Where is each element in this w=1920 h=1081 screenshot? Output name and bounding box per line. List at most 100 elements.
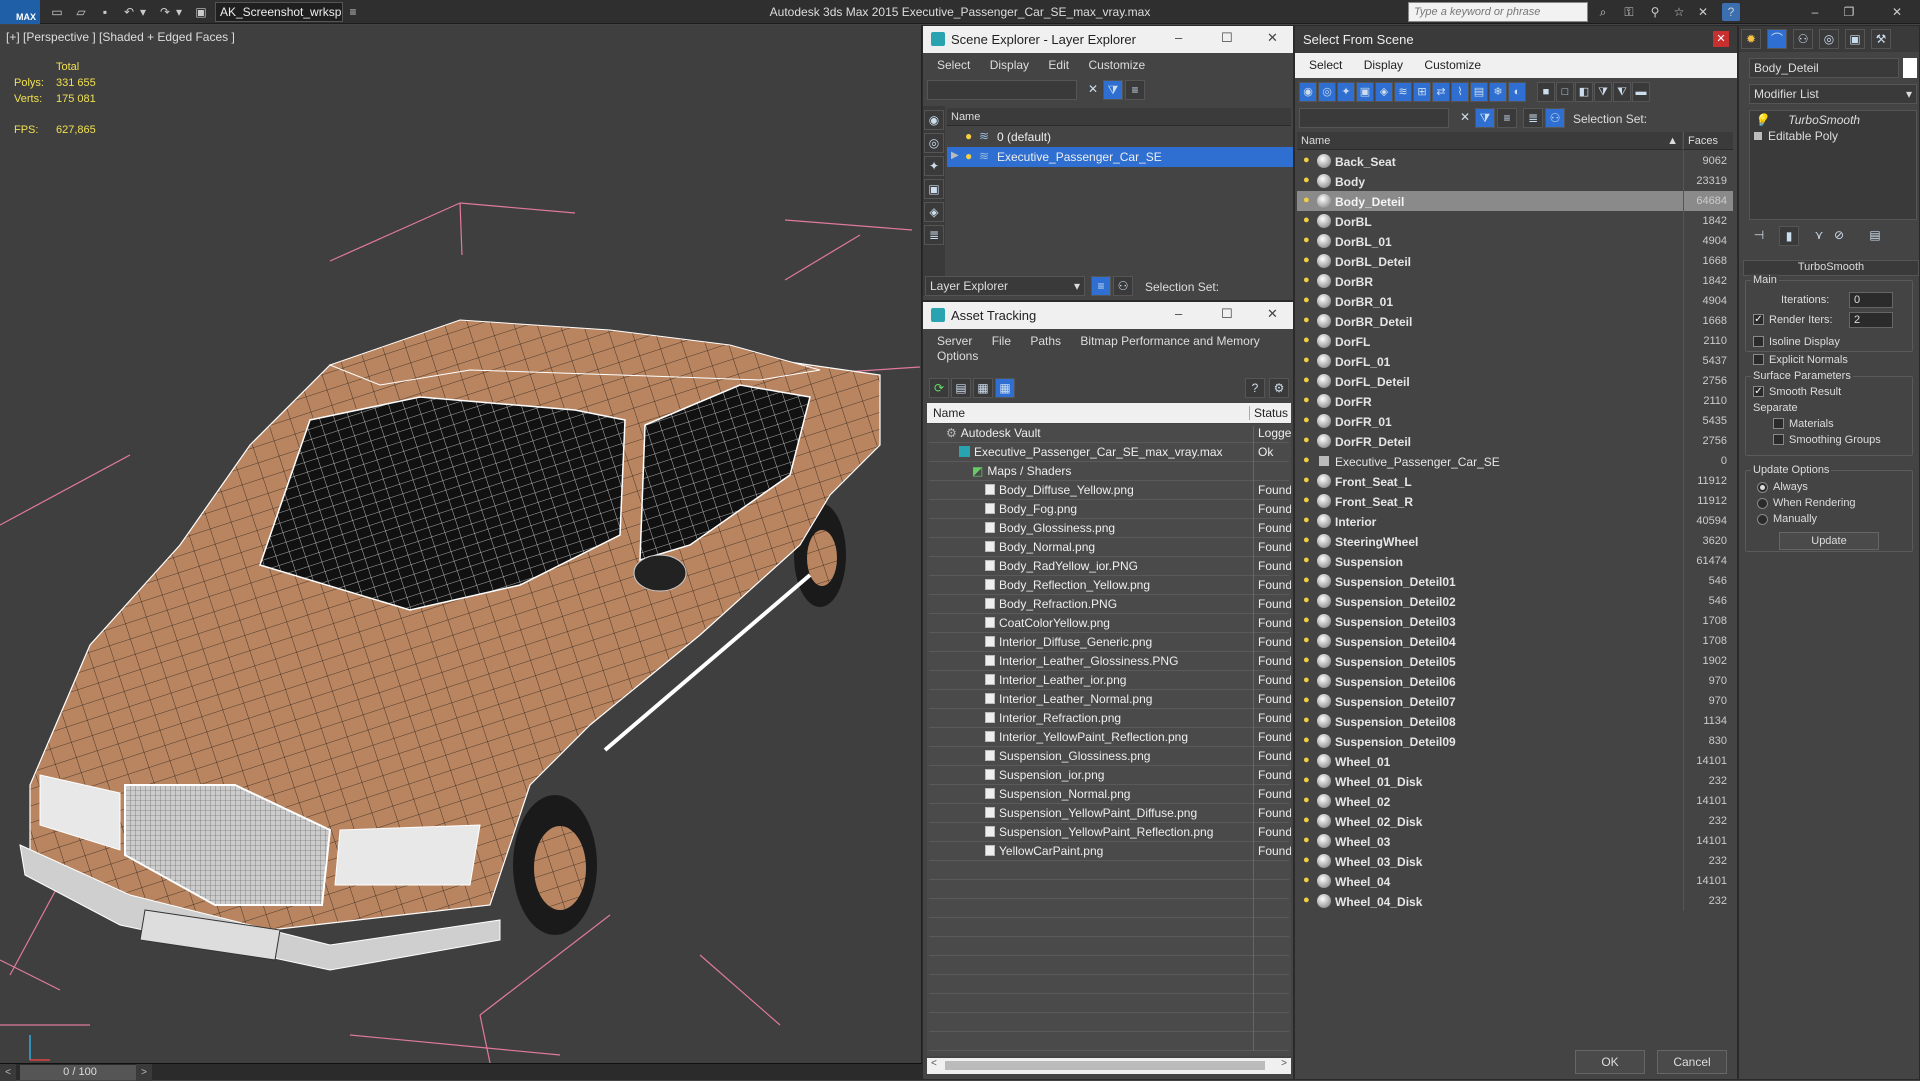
lightbulb-icon[interactable]: ● (1303, 154, 1313, 168)
col-name[interactable]: Name (933, 406, 965, 420)
remove-modifier-icon[interactable]: ⊘ (1829, 226, 1849, 246)
materials-checkbox[interactable] (1773, 418, 1784, 429)
lightbulb-icon[interactable]: ● (1303, 514, 1313, 528)
undo-dropdown-icon[interactable]: ▾ (138, 3, 148, 21)
visibility-icon[interactable]: ● (965, 149, 972, 163)
asset-row[interactable]: CoatColorYellow.png Found (929, 614, 1291, 635)
shapes-icon[interactable]: ◎ (1318, 82, 1336, 102)
lights-icon[interactable]: ✦ (1337, 82, 1355, 102)
xrefs-icon[interactable]: ⇄ (1432, 82, 1450, 102)
object-row[interactable]: ● Wheel_03_Disk 232 (1297, 851, 1733, 871)
object-row[interactable]: ● Front_Seat_L 11912 (1297, 471, 1733, 491)
ok-button[interactable]: OK (1575, 1050, 1645, 1074)
select-all-icon[interactable]: ■ (1537, 82, 1555, 102)
object-color-swatch[interactable] (1903, 58, 1917, 78)
render-iters-checkbox[interactable]: ✓ (1753, 314, 1764, 325)
asset-row[interactable]: Suspension_Glossiness.png Found (929, 747, 1291, 768)
scene-explorer-search[interactable] (927, 80, 1077, 100)
hidden-icon[interactable]: ◐ (1508, 82, 1526, 102)
asset-row[interactable]: Interior_Diffuse_Generic.png Found (929, 633, 1291, 654)
car-model-render[interactable] (0, 25, 922, 1063)
asset-tracking-titlebar[interactable]: Asset Tracking – ☐ ✕ (923, 302, 1293, 329)
key-icon[interactable]: ⚿ (1620, 3, 1638, 21)
filter-icon[interactable]: ⧩ (1475, 108, 1495, 128)
lightbulb-icon[interactable]: ● (1303, 894, 1313, 908)
object-row[interactable]: ● Wheel_01_Disk 232 (1297, 771, 1733, 791)
save-icon[interactable]: ▪ (96, 3, 114, 21)
lightbulb-icon[interactable]: ● (1303, 534, 1313, 548)
lightbulb-icon[interactable]: ● (1303, 634, 1313, 648)
object-row[interactable]: ● DorBL 1842 (1297, 211, 1733, 231)
close-icon[interactable]: ✕ (1267, 30, 1278, 46)
menu-options[interactable]: Options (937, 349, 978, 363)
object-name-field[interactable]: Body_Deteil (1749, 58, 1899, 78)
object-row[interactable]: ● DorBL_Deteil 1668 (1297, 251, 1733, 271)
when-rendering-radio[interactable] (1757, 498, 1768, 509)
lightbulb-icon[interactable]: ● (1303, 654, 1313, 668)
col-status[interactable]: Status (1249, 406, 1288, 420)
object-row[interactable]: ● DorFR_01 5435 (1297, 411, 1733, 431)
stack-item-turbosmooth[interactable]: 💡 TurboSmooth (1754, 113, 1914, 129)
project-icon[interactable]: ▣ (192, 3, 210, 21)
lightbulb-icon[interactable]: ● (1303, 394, 1313, 408)
time-slider[interactable]: 0 / 100 (20, 1065, 140, 1080)
object-row[interactable]: ● SteeringWheel 3620 (1297, 531, 1733, 551)
modifier-list-dropdown[interactable]: Modifier List ▾ (1749, 84, 1917, 104)
open-icon[interactable]: ▱ (72, 3, 90, 21)
menu-select[interactable]: Select (1309, 58, 1342, 72)
object-row[interactable]: ● Interior 40594 (1297, 511, 1733, 531)
object-row[interactable]: ● Executive_Passenger_Car_SE 0 (1297, 451, 1733, 471)
exchange-icon[interactable]: ✕ (1694, 3, 1712, 21)
lightbulb-icon[interactable]: ● (1303, 214, 1313, 228)
layer-row[interactable]: ▶ ● ≋ Executive_Passenger_Car_SE (947, 147, 1293, 167)
close-icon[interactable]: ✕ (1267, 306, 1278, 322)
asset-row[interactable]: Suspension_Normal.png Found (929, 785, 1291, 806)
layer-row[interactable]: ● ≋ 0 (default) (947, 127, 1293, 147)
hierarchy-icon[interactable]: ⚇ (1545, 108, 1565, 128)
display-helpers-icon[interactable]: ◈ (924, 202, 944, 222)
lightbulb-icon[interactable]: ● (1303, 774, 1313, 788)
clear-search-icon[interactable]: ✕ (1083, 80, 1103, 100)
object-row[interactable]: ● Back_Seat 9062 (1297, 151, 1733, 171)
table-view-icon[interactable]: ▦ (995, 378, 1015, 398)
object-row[interactable]: ● Suspension_Deteil05 1902 (1297, 651, 1733, 671)
maximize-icon[interactable]: ☐ (1221, 30, 1233, 46)
options-icon[interactable]: ≡ (1497, 108, 1517, 128)
options-icon[interactable]: ≡ (1125, 80, 1145, 100)
cancel-button[interactable]: Cancel (1657, 1050, 1727, 1074)
lightbulb-icon[interactable]: ● (1303, 454, 1313, 468)
lightbulb-icon[interactable]: ● (1303, 414, 1313, 428)
lightbulb-icon[interactable]: ● (1303, 234, 1313, 248)
menu-display[interactable]: Display (1364, 58, 1403, 72)
lightbulb-icon[interactable]: ● (1303, 734, 1313, 748)
cameras-icon[interactable]: ▣ (1356, 82, 1374, 102)
asset-row[interactable]: Interior_Leather_Glossiness.PNG Found (929, 652, 1291, 673)
asset-row[interactable]: Suspension_YellowPaint_Reflection.png Fou… (929, 823, 1291, 844)
smooth-result-checkbox[interactable]: ✓ (1753, 386, 1764, 397)
thumbnail-view-icon[interactable]: ▦ (973, 378, 993, 398)
binoculars-icon[interactable]: ⌕ (1594, 3, 1612, 21)
workspace-selector[interactable]: AK_Screenshot_wrksp (215, 2, 343, 22)
object-row[interactable]: ● Wheel_04 14101 (1297, 871, 1733, 891)
render-iters-spinner[interactable]: 2 (1849, 312, 1893, 328)
lightbulb-icon[interactable]: ● (1303, 354, 1313, 368)
lightbulb-icon[interactable]: ● (1303, 254, 1313, 268)
object-row[interactable]: ● DorBR_Deteil 1668 (1297, 311, 1733, 331)
list-view-icon[interactable]: ▤ (951, 378, 971, 398)
lightbulb-icon[interactable]: ● (1303, 494, 1313, 508)
select-from-scene-titlebar[interactable]: Select From Scene ✕ (1295, 26, 1737, 53)
timeline-bar[interactable]: < 0 / 100 > (0, 1063, 922, 1081)
favorites-icon[interactable]: ☆ (1670, 3, 1688, 21)
stack-item-editable-poly[interactable]: Editable Poly (1754, 129, 1914, 145)
asset-row[interactable]: ◩ Maps / Shaders (929, 462, 1289, 483)
object-row[interactable]: ● Suspension_Deteil01 546 (1297, 571, 1733, 591)
horizontal-scrollbar[interactable]: < > (927, 1058, 1291, 1074)
filter-set-icon[interactable]: ⧨ (1613, 82, 1631, 102)
col-faces[interactable]: Faces (1683, 132, 1733, 150)
object-row[interactable]: ● Wheel_01 14101 (1297, 751, 1733, 771)
show-end-result-icon[interactable]: ▮ (1779, 226, 1799, 246)
asset-row[interactable]: Body_Fog.png Found (929, 500, 1291, 521)
menu-display[interactable]: Display (990, 58, 1029, 72)
signin-icon[interactable]: ⚲ (1646, 3, 1664, 21)
menu-bitmap-performance[interactable]: Bitmap Performance and Memory (1080, 334, 1259, 348)
